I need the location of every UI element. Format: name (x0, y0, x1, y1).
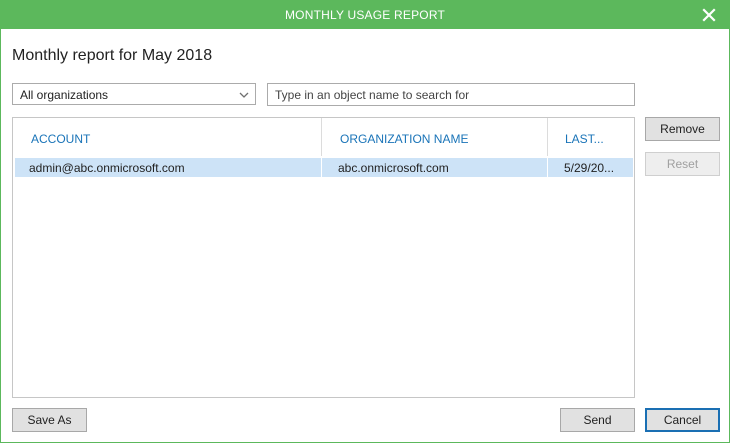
column-header-last[interactable]: LAST... (548, 118, 634, 156)
column-header-label: ORGANIZATION NAME (340, 132, 469, 146)
row-divider (321, 158, 322, 177)
report-title: Monthly report for May 2018 (12, 47, 213, 64)
send-button[interactable]: Send (560, 408, 635, 432)
row-divider (547, 158, 548, 177)
organization-dropdown[interactable]: All organizations (12, 83, 256, 105)
window-title: MONTHLY USAGE REPORT (284, 8, 446, 22)
cancel-button[interactable]: Cancel (645, 408, 720, 432)
cell-organization: abc.onmicrosoft.com (338, 161, 449, 175)
chevron-down-icon (239, 92, 249, 98)
dialog-window: MONTHLY USAGE REPORT Monthly report for … (0, 0, 730, 443)
column-header-label: ACCOUNT (31, 132, 91, 146)
accounts-table: ACCOUNT ORGANIZATION NAME LAST... admin@… (12, 117, 635, 398)
close-button[interactable] (699, 5, 719, 25)
organization-dropdown-value: All organizations (20, 88, 109, 102)
title-bar: MONTHLY USAGE REPORT (1, 1, 729, 29)
column-header-account[interactable]: ACCOUNT (13, 118, 321, 156)
cell-last: 5/29/20... (564, 161, 615, 175)
column-header-organization[interactable]: ORGANIZATION NAME (322, 118, 547, 156)
close-icon (702, 8, 716, 22)
table-header: ACCOUNT ORGANIZATION NAME LAST... (13, 118, 634, 156)
cell-account: admin@abc.onmicrosoft.com (29, 161, 185, 175)
reset-button[interactable]: Reset (645, 152, 720, 176)
search-input[interactable] (267, 83, 635, 106)
remove-button[interactable]: Remove (645, 117, 720, 141)
save-as-button[interactable]: Save As (12, 408, 87, 432)
table-row[interactable]: admin@abc.onmicrosoft.com abc.onmicrosof… (15, 158, 633, 177)
column-header-label: LAST... (565, 132, 604, 146)
